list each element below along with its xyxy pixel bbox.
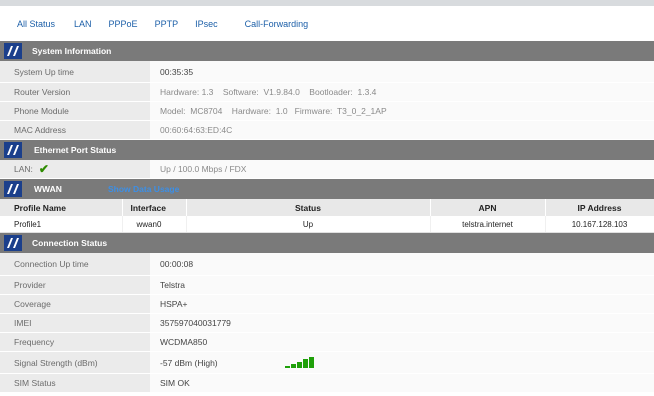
row-value: Hardware: 1.3 Software: V1.9.84.0 Bootlo…: [150, 83, 654, 101]
cell-status: Up: [186, 216, 431, 233]
show-data-usage-link[interactable]: Show Data Usage: [108, 184, 179, 194]
system-row-mac-address: MAC Address 00:60:64:63:ED:4C: [0, 121, 654, 140]
row-label: SIM Status: [0, 374, 150, 392]
system-row-router-version: Router Version Hardware: 1.3 Software: V…: [0, 83, 654, 102]
tab-pptp[interactable]: PPTP: [155, 19, 179, 29]
row-label: Frequency: [0, 333, 150, 351]
system-row-uptime: System Up time 00:35:35: [0, 61, 654, 83]
row-value: -57 dBm (High): [150, 352, 654, 373]
section-title: Connection Status: [32, 238, 108, 248]
section-logo-icon: [4, 181, 22, 197]
wwan-profile-table: Profile Name Interface Status APN IP Add…: [0, 199, 654, 233]
signal-bar: [297, 361, 302, 368]
row-label: IMEI: [0, 314, 150, 332]
connection-row-frequency: Frequency WCDMA850: [0, 333, 654, 352]
row-label: LAN: ✔: [0, 160, 150, 178]
section-logo-icon: [4, 142, 22, 158]
row-value: WCDMA850: [150, 333, 654, 351]
row-value: 00:00:08: [150, 253, 654, 275]
connection-row-uptime: Connection Up time 00:00:08: [0, 253, 654, 276]
system-row-phone-module: Phone Module Model: MC8704 Hardware: 1.0…: [0, 102, 654, 121]
cell-profile-name: Profile1: [0, 216, 123, 233]
connection-row-imei: IMEI 357597040031779: [0, 314, 654, 333]
signal-bar: [285, 366, 290, 368]
table-row: Profile1 wwan0 Up telstra.internet 10.16…: [0, 216, 654, 233]
connection-row-coverage: Coverage HSPA+: [0, 295, 654, 314]
table-header-row: Profile Name Interface Status APN IP Add…: [0, 199, 654, 216]
signal-bar: [303, 359, 308, 368]
connection-row-sim-status: SIM Status SIM OK: [0, 374, 654, 393]
connection-status-header: Connection Status: [0, 233, 654, 253]
row-label: Signal Strength (dBm): [0, 352, 150, 373]
tab-call-forwarding[interactable]: Call-Forwarding: [245, 19, 309, 29]
column-header-status: Status: [186, 199, 431, 216]
signal-bars-icon: [285, 357, 314, 368]
system-information-header: System Information: [0, 41, 654, 61]
section-logo-icon: [4, 43, 22, 59]
row-label: Phone Module: [0, 102, 150, 120]
section-title: System Information: [32, 46, 112, 56]
cell-interface: wwan0: [122, 216, 187, 233]
wwan-header: WWAN Show Data Usage: [0, 179, 654, 199]
signal-strength-value: -57 dBm (High): [160, 357, 218, 368]
row-value: 00:35:35: [150, 61, 654, 82]
row-value: 357597040031779: [150, 314, 654, 332]
cell-apn: telstra.internet: [430, 216, 546, 233]
column-header-interface: Interface: [122, 199, 187, 216]
signal-bar: [291, 363, 296, 368]
tab-pppoe[interactable]: PPPoE: [109, 19, 138, 29]
router-status-page: All Status LAN PPPoE PPTP IPsec Call-For…: [0, 0, 654, 396]
row-value: Up / 100.0 Mbps / FDX: [150, 160, 654, 178]
row-value: HSPA+: [150, 295, 654, 313]
ethernet-port-status-header: Ethernet Port Status: [0, 140, 654, 160]
row-label: Connection Up time: [0, 253, 150, 275]
connection-row-signal-strength: Signal Strength (dBm) -57 dBm (High): [0, 352, 654, 374]
row-label: Provider: [0, 276, 150, 294]
row-value: 00:60:64:63:ED:4C: [150, 121, 654, 139]
section-logo-icon: [4, 235, 22, 251]
section-title: WWAN: [34, 184, 62, 194]
status-tabs: All Status LAN PPPoE PPTP IPsec Call-For…: [0, 6, 654, 41]
connection-row-provider: Provider Telstra: [0, 276, 654, 295]
row-label: Router Version: [0, 83, 150, 101]
row-value: Model: MC8704 Hardware: 1.0 Firmware: T3…: [150, 102, 654, 120]
ethernet-row-lan: LAN: ✔ Up / 100.0 Mbps / FDX: [0, 160, 654, 179]
tab-lan[interactable]: LAN: [74, 19, 92, 29]
row-label: MAC Address: [0, 121, 150, 139]
section-title: Ethernet Port Status: [34, 145, 117, 155]
column-header-profile-name: Profile Name: [0, 199, 123, 216]
row-value: Telstra: [150, 276, 654, 294]
tab-ipsec[interactable]: IPsec: [195, 19, 218, 29]
column-header-ip-address: IP Address: [545, 199, 654, 216]
check-icon: ✔: [38, 162, 49, 176]
lan-label: LAN:: [14, 164, 33, 174]
tab-all-status[interactable]: All Status: [17, 19, 55, 29]
sim-status-value: SIM OK: [150, 374, 654, 392]
row-label: System Up time: [0, 61, 150, 82]
column-header-apn: APN: [430, 199, 546, 216]
row-label: Coverage: [0, 295, 150, 313]
signal-bar: [309, 357, 314, 368]
cell-ip-address: 10.167.128.103: [545, 216, 654, 233]
